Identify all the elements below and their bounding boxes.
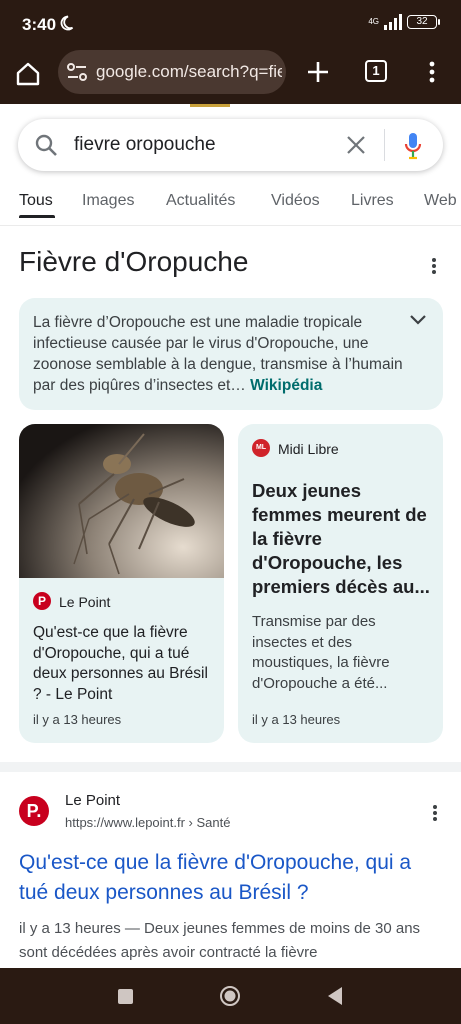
tab-web[interactable]: Web — [424, 192, 457, 210]
battery-icon: 32 — [407, 15, 440, 29]
news-source: Midi Libre — [278, 441, 339, 457]
home-icon[interactable] — [14, 60, 42, 88]
search-tabs: Tous Images Actualités Vidéos Livres Web — [0, 184, 461, 226]
search-icon — [35, 134, 57, 156]
knowledge-title: Fièvre d'Oropuche — [19, 246, 249, 277]
google-logo-strip — [190, 104, 230, 107]
news-source: Le Point — [59, 594, 111, 610]
recent-apps-button[interactable] — [118, 989, 133, 1004]
description-text: La fièvre d’Oropouche est une maladie tr… — [33, 312, 403, 396]
wikipedia-link[interactable]: Wikipédia — [250, 377, 322, 394]
more-options-icon[interactable] — [431, 257, 437, 275]
news-headline[interactable]: Deux jeunes femmes meurent de la fièvre … — [252, 479, 436, 599]
news-card[interactable]: ML Midi Libre Deux jeunes femmes meurent… — [238, 424, 443, 743]
url-text[interactable]: google.com/search?q=fie — [96, 62, 282, 82]
status-indicators: 4G 32 — [368, 14, 440, 30]
system-nav-bar — [0, 968, 461, 1024]
status-time: 3:40 — [22, 15, 57, 34]
tab-news[interactable]: Actualités — [166, 192, 235, 210]
le-point-logo: P — [33, 592, 51, 610]
result-snippet: il y a 13 heures — Deux jeunes femmes de… — [19, 920, 421, 961]
search-box — [18, 119, 443, 171]
microphone-icon[interactable] — [403, 132, 423, 160]
moon-icon — [60, 15, 74, 31]
browser-toolbar: google.com/search?q=fie 1 — [0, 48, 461, 104]
midi-libre-logo: ML — [252, 439, 270, 457]
news-card[interactable]: P Le Point Qu'est-ce que la fièvre d'Oro… — [19, 424, 224, 743]
back-button-icon[interactable] — [326, 986, 344, 1006]
tab-books[interactable]: Livres — [351, 192, 394, 210]
section-divider — [0, 762, 461, 772]
new-tab-icon[interactable] — [306, 60, 330, 84]
description-card[interactable]: La fièvre d’Oropouche est une maladie tr… — [19, 298, 443, 410]
status-bar: 3:40 4G 32 — [0, 0, 461, 48]
tab-videos[interactable]: Vidéos — [271, 192, 320, 210]
site-settings-icon[interactable] — [66, 62, 88, 82]
news-time: il y a 13 heures — [252, 712, 341, 727]
site-favicon: P. — [19, 796, 49, 826]
tab-all[interactable]: Tous — [19, 192, 53, 210]
tab-images[interactable]: Images — [82, 192, 134, 210]
active-tab-indicator — [19, 215, 55, 218]
signal-icon — [384, 14, 402, 30]
clear-icon[interactable] — [345, 134, 367, 156]
browser-menu-icon[interactable] — [428, 60, 436, 84]
description-body: La fièvre d’Oropouche est une maladie tr… — [33, 314, 403, 394]
news-snippet: Transmise par des insectes et des mousti… — [252, 613, 390, 692]
chevron-down-icon[interactable] — [409, 313, 427, 327]
result-url[interactable]: https://www.lepoint.fr › Santé — [65, 815, 230, 830]
home-button-icon[interactable] — [219, 985, 241, 1007]
result-title-link[interactable]: Qu'est-ce que la fièvre d'Oropouche, qui… — [19, 848, 439, 908]
tab-switcher-button[interactable]: 1 — [365, 60, 387, 82]
news-time: il y a 13 heures — [33, 712, 122, 727]
address-bar[interactable]: google.com/search?q=fie — [58, 50, 286, 94]
search-divider — [384, 129, 385, 161]
mosquito-image — [19, 424, 224, 578]
network-label: 4G — [368, 17, 379, 26]
result-site-name[interactable]: Le Point — [65, 792, 120, 809]
result-more-icon[interactable] — [432, 804, 438, 822]
news-headline[interactable]: Qu'est-ce que la fièvre d'Oropouche, qui… — [33, 623, 217, 705]
search-input[interactable] — [74, 119, 334, 171]
